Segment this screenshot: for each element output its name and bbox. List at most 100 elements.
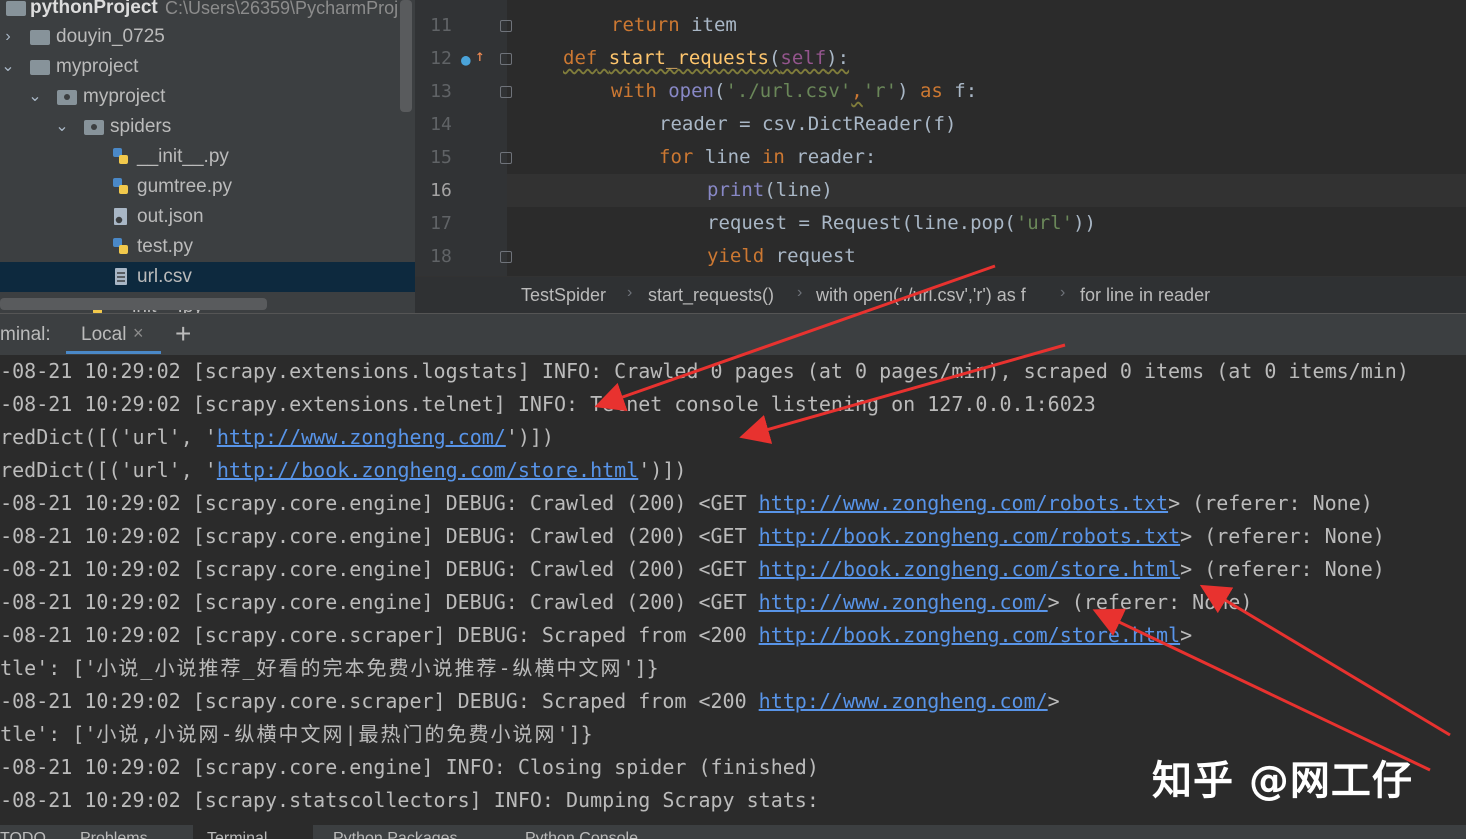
code-token: self <box>780 47 827 69</box>
terminal-line: 21-08-21 10:29:02 [scrapy.core.engine] D… <box>0 520 1385 553</box>
tool-button-terminal[interactable]: Terminal <box>207 830 267 839</box>
tree-item-outjson[interactable]: out.json <box>0 202 415 232</box>
terminal-line: 21-08-21 10:29:02 [scrapy.core.scraper] … <box>0 619 1192 652</box>
code-token: in <box>761 146 785 168</box>
line-number: 12 <box>430 48 452 69</box>
terminal-link[interactable]: http://www.zongheng.com/robots.txt <box>759 491 1168 515</box>
chevron-right-icon: › <box>797 284 803 301</box>
watermark: 知乎 @网工仔 <box>1152 758 1413 804</box>
fold-marker-icon[interactable] <box>500 152 512 164</box>
terminal-text: 21-08-21 10:29:02 [scrapy.core.engine] D… <box>0 590 759 614</box>
code-token: open <box>668 80 714 102</box>
tree-vertical-scrollbar[interactable] <box>400 0 412 112</box>
chevron-down-icon[interactable]: ⌄ <box>27 82 43 112</box>
terminal-text: deredDict([('url', ' <box>0 458 217 482</box>
terminal-text: > (referer: None) <box>1180 524 1385 548</box>
breadcrumb: TestSpider › start_requests() › with ope… <box>415 276 1466 314</box>
tree-item-douyin[interactable]: › douyin_0725 <box>0 22 415 52</box>
tree-item-urlcsv[interactable]: url.csv <box>0 262 415 292</box>
code-token: reader: <box>784 146 877 168</box>
tree-root[interactable]: pythonProject C:\Users\26359\PycharmProj <box>0 0 415 23</box>
terminal-text: > (referer: None) <box>1047 590 1253 614</box>
tree-item-init[interactable]: __init__.py <box>0 142 415 172</box>
tree-item-myproject-pkg[interactable]: ⌄ myproject <box>0 82 415 112</box>
tree-item-myproject[interactable]: ⌄ myproject <box>0 52 415 82</box>
tool-button-python-packages[interactable]: Python Packages <box>333 830 458 839</box>
chevron-right-icon[interactable]: › <box>0 22 16 52</box>
terminal-text: ']} <box>556 722 593 746</box>
tool-button-problems[interactable]: Problems <box>80 830 148 839</box>
terminal-line: 21-08-21 10:29:02 [scrapy.extensions.log… <box>0 359 1409 383</box>
tree-item-label: gumtree.py <box>137 176 233 197</box>
fold-marker-icon[interactable] <box>500 251 512 263</box>
code-token: 'url' <box>1015 212 1074 234</box>
fold-marker-icon[interactable] <box>500 20 512 32</box>
code-token: yield <box>707 245 765 267</box>
python-file-icon <box>113 238 128 254</box>
code-editor[interactable]: 11 12 13 14 15 16 17 18 ● ↑ return item … <box>415 0 1466 276</box>
tool-button-todo[interactable]: TODO <box>0 830 46 839</box>
terminal-line: title': ['小说_小说推荐_好看的完本免费小说推荐-纵横中文网']} <box>0 652 659 685</box>
tree-item-gumtree[interactable]: gumtree.py <box>0 172 415 202</box>
chevron-right-icon: › <box>627 284 633 301</box>
package-icon <box>57 90 77 105</box>
add-tab-icon[interactable]: + <box>175 318 191 350</box>
tree-item-label: myproject <box>83 86 166 107</box>
tab-local[interactable]: Local × <box>66 314 161 354</box>
terminal-link[interactable]: http://book.zongheng.com/store.html <box>217 458 638 482</box>
editor-gutter: 11 12 13 14 15 16 17 18 ● ↑ <box>415 0 512 276</box>
override-method-icon[interactable]: ● <box>461 50 471 69</box>
code-line-11: return item <box>563 9 737 42</box>
terminal-text: 21-08-21 10:29:02 [scrapy.core.engine] D… <box>0 557 759 581</box>
tree-item-label: __init__.py <box>137 146 229 167</box>
terminal-text: 21-08-21 10:29:02 [scrapy.core.scraper] … <box>0 689 759 713</box>
terminal-link[interactable]: http://book.zongheng.com/robots.txt <box>759 524 1180 548</box>
arrow-up-icon[interactable]: ↑ <box>475 46 485 65</box>
code-line-16: print(line) <box>507 174 1466 207</box>
code-token: 'r' <box>862 80 898 102</box>
terminal-line: deredDict([('url', 'http://www.zongheng.… <box>0 421 554 454</box>
breadcrumb-item[interactable]: for line in reader <box>1080 285 1210 306</box>
tool-window-bar: TODO Problems Terminal Python Packages P… <box>0 825 1466 839</box>
tool-button-python-console[interactable]: Python Console <box>525 830 638 839</box>
code-token: ) <box>897 80 920 102</box>
chevron-down-icon[interactable]: ⌄ <box>0 52 16 82</box>
tree-item-spiders[interactable]: ⌄ spiders <box>0 112 415 142</box>
python-file-icon <box>113 148 128 164</box>
breadcrumb-item[interactable]: start_requests() <box>648 285 774 306</box>
terminal-text: > (referer: None) <box>1180 557 1385 581</box>
terminal-text: > <box>1047 689 1060 713</box>
fold-marker-icon[interactable] <box>500 86 512 98</box>
chevron-right-icon: › <box>1060 284 1066 301</box>
breadcrumb-item[interactable]: with open('./url.csv','r') as f <box>816 285 1026 306</box>
line-number: 14 <box>430 114 452 135</box>
breadcrumb-item[interactable]: TestSpider <box>521 285 606 306</box>
tree-item-label: douyin_0725 <box>56 26 165 47</box>
terminal-line: 21-08-21 10:29:02 [scrapy.core.engine] D… <box>0 487 1373 520</box>
project-root-name: pythonProject <box>30 0 158 18</box>
terminal-text: 小说_小说推荐_好看的完本免费小说推荐-纵横中文网 <box>96 656 623 680</box>
terminal-link[interactable]: http://www.zongheng.com/ <box>759 689 1048 713</box>
tree-horizontal-scrollbar[interactable] <box>0 298 267 310</box>
python-file-icon <box>113 178 128 194</box>
line-number-current: 16 <box>430 180 452 201</box>
close-icon[interactable]: × <box>133 323 144 344</box>
terminal-link[interactable]: http://www.zongheng.com/ <box>759 590 1048 614</box>
chevron-down-icon[interactable]: ⌄ <box>54 112 70 142</box>
code-token: request = Request(line.pop( <box>707 212 1016 234</box>
terminal-link[interactable]: http://www.zongheng.com/ <box>217 425 506 449</box>
code-line-12: def start_requests(self): <box>563 42 849 75</box>
tree-item-test[interactable]: test.py <box>0 232 415 262</box>
terminal-line: deredDict([('url', 'http://book.zongheng… <box>0 454 686 487</box>
fold-marker-icon[interactable] <box>500 53 512 65</box>
terminal-text: 21-08-21 10:29:02 [scrapy.core.engine] D… <box>0 524 759 548</box>
code-token: ): <box>826 47 850 69</box>
terminal-text: > <box>1180 623 1193 647</box>
terminal-line: 21-08-21 10:29:02 [scrapy.core.engine] I… <box>0 755 819 779</box>
tree-item-label: spiders <box>110 116 172 137</box>
terminal-link[interactable]: http://book.zongheng.com/store.html <box>759 557 1180 581</box>
folder-icon <box>30 30 50 45</box>
code-token: )) <box>1073 212 1096 234</box>
terminal-title: minal: <box>0 324 51 345</box>
terminal-link[interactable]: http://book.zongheng.com/store.html <box>759 623 1180 647</box>
